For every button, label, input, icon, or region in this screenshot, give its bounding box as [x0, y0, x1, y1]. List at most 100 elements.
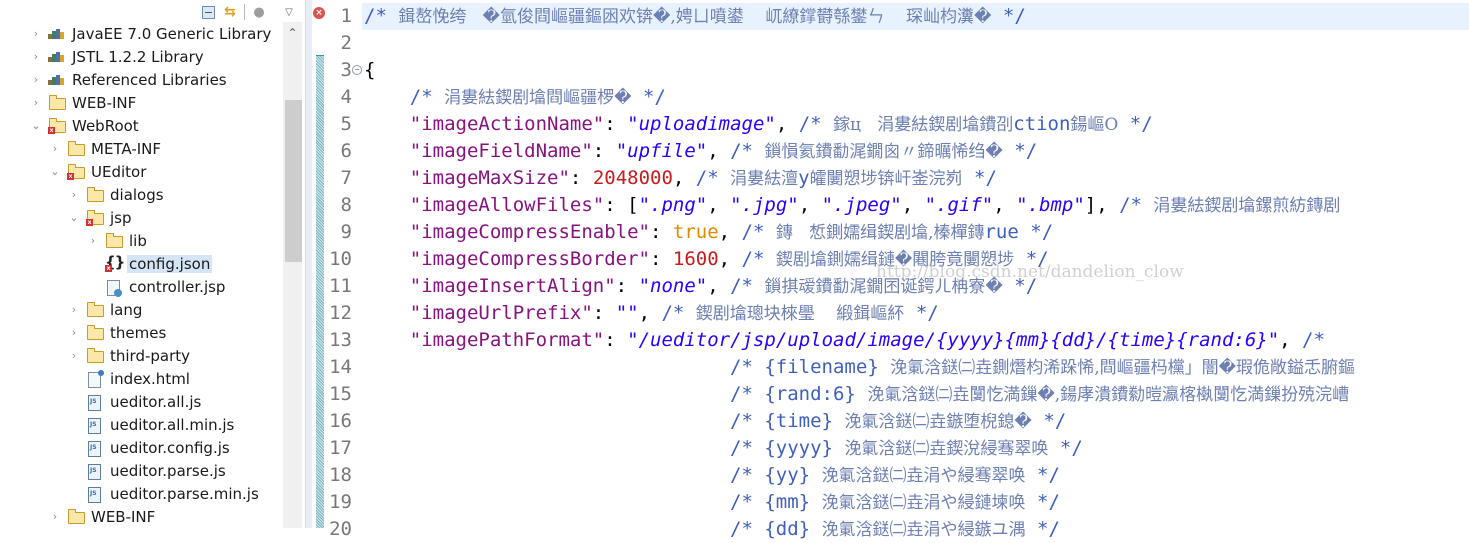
chevron-right-icon[interactable]: ›: [30, 96, 42, 109]
tree-item[interactable]: ›ueditor.parse.js: [0, 459, 283, 482]
code-line[interactable]: [364, 30, 1469, 57]
chevron-down-icon[interactable]: ⌄: [49, 165, 61, 178]
folder-icon: [67, 508, 85, 525]
view-menu-icon[interactable]: ▽: [281, 4, 297, 20]
code-line[interactable]: "imageInsertAlign": "none", /* 鎻掑叆鐨勫浘鐗囨诞…: [364, 273, 1469, 300]
code-line[interactable]: /* {mm} 浼氭浛鎹㈡垚涓や綅鏈堜唤 */: [364, 489, 1469, 516]
chevron-right-icon[interactable]: ›: [68, 349, 80, 362]
filter-icon[interactable]: ●: [251, 4, 267, 20]
comment-text: 皬闄愬埗锛屽崟浣峛: [809, 169, 963, 189]
tree-item[interactable]: › JSTL 1.2.2 Library: [0, 45, 283, 68]
line-number: 12: [324, 300, 352, 327]
punctuation: ,: [775, 113, 799, 135]
punctuation: [364, 437, 730, 459]
code-content[interactable]: /* 鍓嶅悗绔 �氫俊閰嶇疆鏂囦欢锛�,娉ㄩ噴鍙 屼繚鐣欎綔鐢ㄣ 琛屾枃瀵� *…: [362, 3, 1469, 543]
comment-token: */: [1002, 275, 1038, 297]
code-line[interactable]: {: [364, 57, 1469, 84]
code-line[interactable]: "imageUrlPrefix": "", /* 鍥剧墖璁块棶璺 緞鍓嶇紑 */: [364, 300, 1469, 327]
tree-item[interactable]: › JavaEE 7.0 Generic Library: [0, 22, 283, 45]
library-icon: [48, 49, 66, 65]
comment-token: */: [991, 5, 1026, 27]
comment-text: 鍥剧墖璁块棶璺 緞鍓嶇紑: [695, 304, 905, 324]
tree-item[interactable]: ›{}xconfig.json: [0, 252, 283, 275]
tree-item[interactable]: › Referenced Libraries: [0, 68, 283, 91]
tree-item[interactable]: › themes: [0, 321, 283, 344]
comment-text: 涓婁紶鍥剧墖鏍煎紡鏄剧: [1153, 196, 1341, 216]
collapse-all-icon[interactable]: [200, 4, 216, 20]
scroll-up-icon[interactable]: ⌃: [283, 22, 302, 42]
code-line[interactable]: "imageCompressEnable": true, /* 鏄 惁鍘嬬缉鍥剧…: [364, 219, 1469, 246]
line-number: 9: [324, 219, 352, 246]
tree-item[interactable]: › lang: [0, 298, 283, 321]
code-line[interactable]: /* {dd} 浼氭浛鎹㈡垚涓や綅鏃ユ湡 */: [364, 516, 1469, 543]
code-line[interactable]: /* 鍓嶅悗绔 �氫俊閰嶇疆鏂囦欢锛�,娉ㄩ噴鍙 屼繚鐣欎綔鐢ㄣ 琛屾枃瀵� *…: [362, 3, 1469, 30]
link-with-editor-icon[interactable]: ⇆: [222, 4, 238, 20]
chevron-right-icon[interactable]: ›: [68, 303, 80, 316]
explorer-scrollbar[interactable]: ⌃: [283, 22, 302, 528]
comment-text: 涓婁紶鍥剧墖閰嶇疆椤�: [444, 88, 632, 108]
string-value: "none": [638, 275, 708, 297]
code-line[interactable]: "imageMaxSize": 2048000, /* 涓婁紶澶y皬闄愬埗锛屽崟…: [364, 165, 1469, 192]
tree-item-label: lang: [110, 300, 143, 319]
comment-text: 浼氭浛鎹㈡垚闅忔満鏁�,鍚庨潰鐨勬暟瀛楁槸闅忔満鏁扮殑浣嶆: [867, 385, 1350, 405]
tree-item[interactable]: › META-INF: [0, 137, 283, 160]
code-line[interactable]: "imageActionName": "uploadimage", /* 鎵ц …: [364, 111, 1469, 138]
comment-token: */: [962, 167, 997, 189]
tree-item[interactable]: ⌄ x UEditor: [0, 160, 283, 183]
code-line[interactable]: /* {yyyy} 浼氭浛鎹㈡垚鍥涗綅骞翠唤 */: [364, 435, 1469, 462]
punctuation: :: [649, 221, 673, 243]
chevron-right-icon[interactable]: ›: [87, 234, 99, 247]
code-line[interactable]: /* 涓婁紶鍥剧墖閰嶇疆椤� */: [364, 84, 1469, 111]
scrollbar-thumb[interactable]: [285, 100, 302, 262]
comment-token: */: [1014, 248, 1049, 270]
tree-item-label: JavaEE 7.0 Generic Library: [72, 24, 272, 43]
line-number: 10: [324, 246, 352, 273]
comment-text: 浼氭浛鎹㈡垚鍘熸枃浠跺悕,閰嶇疆杩欓」闇�瑕佹敞鎰忎腑鏂: [890, 358, 1356, 378]
tree-item[interactable]: ›controller.jsp: [0, 275, 283, 298]
tree-item[interactable]: › WEB-INF: [0, 505, 283, 528]
tree-item[interactable]: › third-party: [0, 344, 283, 367]
code-line[interactable]: "imagePathFormat": "/ueditor/jsp/upload/…: [364, 327, 1469, 354]
code-line[interactable]: "imageFieldName": "upfile", /* 鎻愪氦鐨勫浘鐗囪〃…: [364, 138, 1469, 165]
chevron-down-icon[interactable]: ⌄: [30, 119, 42, 132]
chevron-right-icon[interactable]: ›: [49, 142, 61, 155]
chevron-right-icon[interactable]: ›: [49, 510, 61, 523]
chevron-right-icon[interactable]: ›: [30, 27, 42, 40]
code-line[interactable]: "imageAllowFiles": [".png", ".jpg", ".jp…: [364, 192, 1469, 219]
chevron-right-icon[interactable]: ›: [68, 188, 80, 201]
tree-item[interactable]: ⌄ x jsp: [0, 206, 283, 229]
code-line[interactable]: /* {filename} 浼氭浛鎹㈡垚鍘熸枃浠跺悕,閰嶇疆杩欓」闇�瑕佹敞鎰忎…: [364, 354, 1469, 381]
tree-item[interactable]: ⌄ x WebRoot: [0, 114, 283, 137]
line-number: 20: [324, 516, 352, 543]
tree-item[interactable]: ›ueditor.config.js: [0, 436, 283, 459]
code-editor[interactable]: × 1 2 3−4 5 6 7 8 9 10 11 12 13 14 15 16 17 18 19 20 /* 鍓嶅…: [306, 0, 1469, 540]
line-number-text: 10: [329, 248, 352, 270]
tree-item[interactable]: ›index.html: [0, 367, 283, 390]
punctuation: ,: [707, 140, 731, 162]
tree-item[interactable]: ›ueditor.parse.min.js: [0, 482, 283, 505]
punctuation: ,: [798, 194, 822, 216]
code-line[interactable]: /* {yy} 浼氭浛鎹㈡垚涓や綅骞翠唤 */: [364, 462, 1469, 489]
code-line[interactable]: /* {rand:6} 浼氭浛鎹㈡垚闅忔満鏁�,鍚庨潰鐨勬暟瀛楁槸闅忔満鏁扮殑浣…: [364, 381, 1469, 408]
line-number: 2: [324, 30, 352, 57]
comment-token: /* {rand:6}: [730, 383, 868, 405]
tree-item[interactable]: › lib: [0, 229, 283, 252]
comment-token: */: [1025, 491, 1060, 513]
tree-item[interactable]: › dialogs: [0, 183, 283, 206]
punctuation: [364, 221, 410, 243]
tree-item[interactable]: ›ueditor.all.min.js: [0, 413, 283, 436]
tree-item[interactable]: ›ueditor.all.js: [0, 390, 283, 413]
chevron-right-icon[interactable]: ›: [30, 73, 42, 86]
chevron-right-icon[interactable]: ›: [30, 50, 42, 63]
chevron-right-icon[interactable]: ›: [68, 326, 80, 339]
chevron-down-icon[interactable]: ⌄: [68, 211, 80, 224]
comment-token: /*: [741, 221, 776, 243]
fold-collapse-icon[interactable]: −: [352, 65, 362, 75]
code-line[interactable]: /* {time} 浼氭浛鎹㈡垚鏃堕棿鎴� */: [364, 408, 1469, 435]
code-line[interactable]: "imageCompressBorder": 1600, /* 鍥剧墖鍘嬬缉鏈�…: [364, 246, 1469, 273]
comment-text: 鍚嶇О: [1070, 115, 1119, 135]
punctuation: ,: [901, 194, 925, 216]
js-file-icon: [86, 394, 104, 411]
tree-item[interactable]: › WEB-INF: [0, 91, 283, 114]
tree-item-label: ueditor.config.js: [110, 438, 230, 457]
